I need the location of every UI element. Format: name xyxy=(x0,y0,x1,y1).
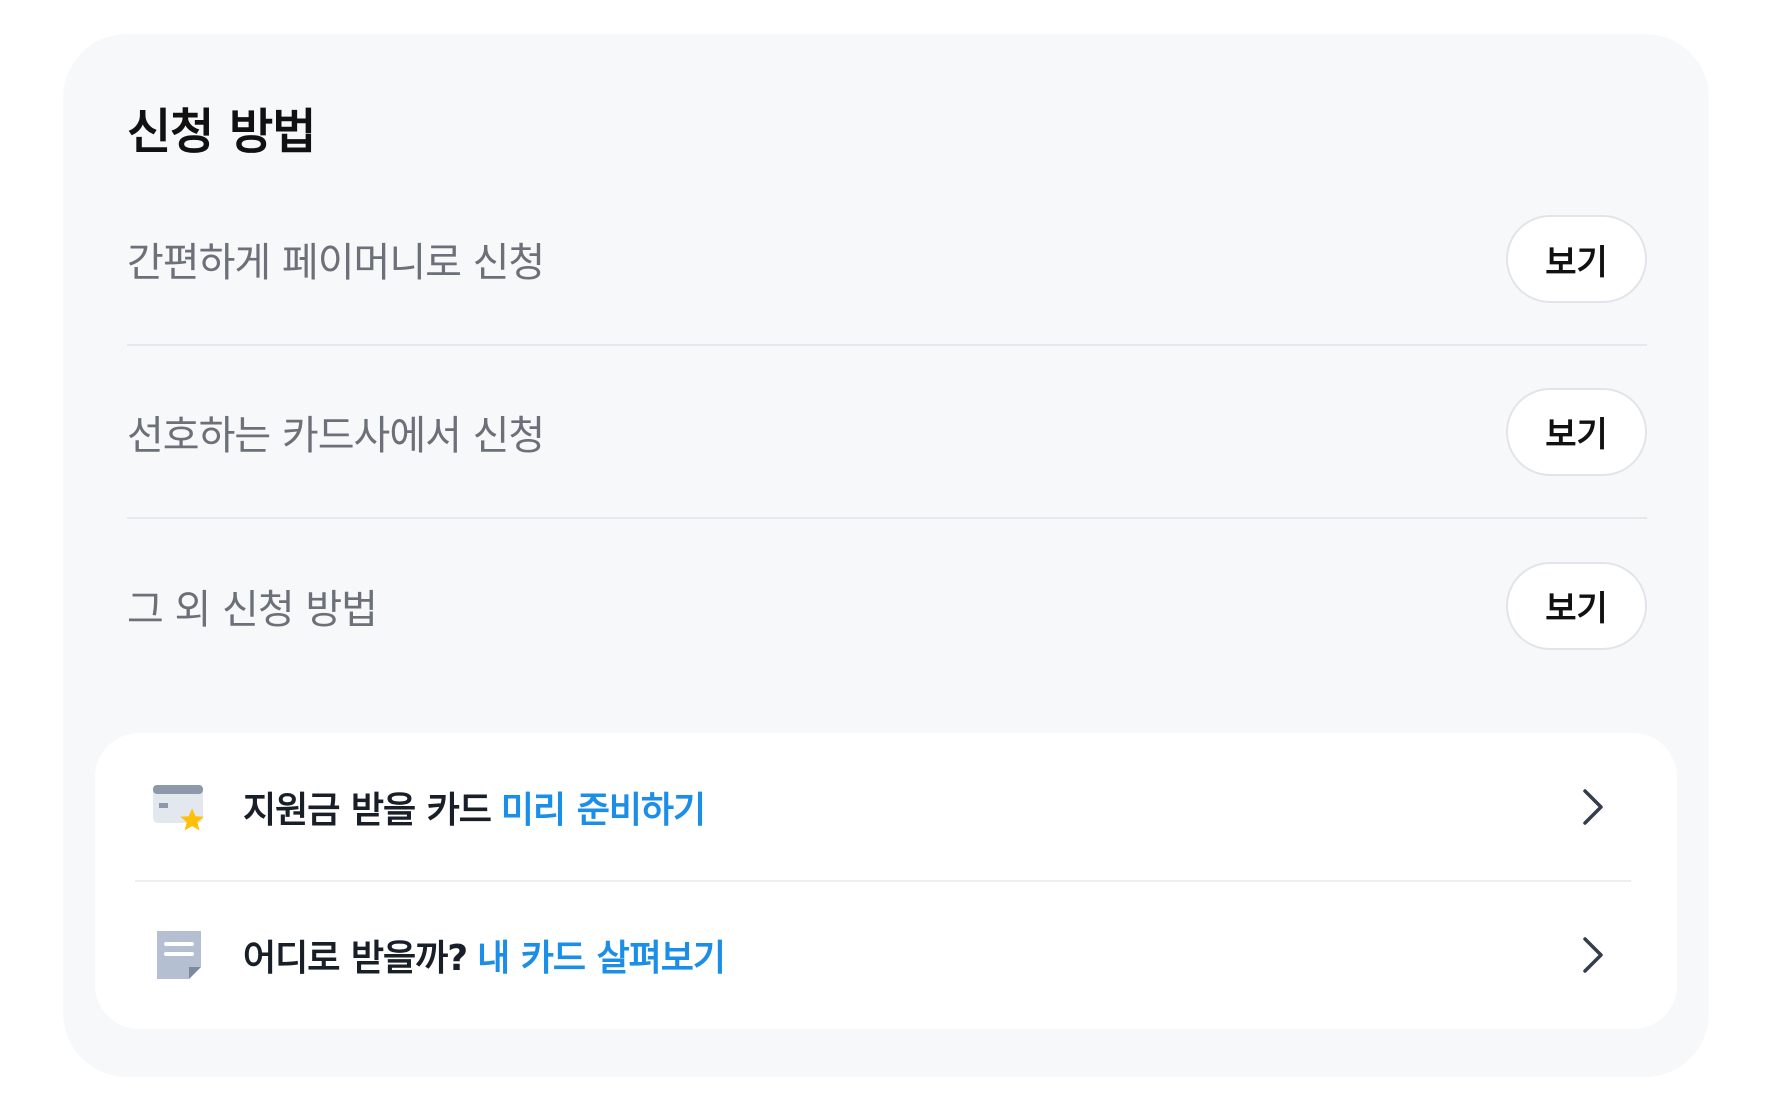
link-text-accent: 미리 준비하기 xyxy=(500,789,706,831)
view-button-card-company[interactable]: 보기 xyxy=(1506,387,1647,476)
method-list: 간편하게 페이머니로 신청 보기 선호하는 카드사에서 신청 보기 그 외 신청… xyxy=(127,214,1647,692)
chevron-right-icon xyxy=(1583,936,1603,973)
application-methods-panel: 신청 방법 간편하게 페이머니로 신청 보기 선호하는 카드사에서 신청 보기 … xyxy=(63,34,1709,1077)
method-label: 그 외 신청 방법 xyxy=(127,586,378,633)
method-row-other: 그 외 신청 방법 보기 xyxy=(127,519,1647,692)
view-button-other[interactable]: 보기 xyxy=(1506,561,1647,650)
link-my-cards[interactable]: 어디로 받을까? 내 카드 살펴보기 xyxy=(135,881,1631,1028)
link-prepare-card[interactable]: 지원금 받을 카드 미리 준비하기 xyxy=(135,733,1631,880)
memo-icon xyxy=(157,930,201,979)
link-text-main: 지원금 받을 카드 xyxy=(243,789,492,831)
chevron-right-icon xyxy=(1583,788,1603,825)
method-row-card-company: 선호하는 카드사에서 신청 보기 xyxy=(127,346,1647,519)
method-label: 선호하는 카드사에서 신청 xyxy=(127,412,545,459)
section-title: 신청 방법 xyxy=(127,104,316,160)
method-row-paymoney: 간편하게 페이머니로 신청 보기 xyxy=(127,174,1647,346)
link-text: 지원금 받을 카드 미리 준비하기 xyxy=(243,781,1579,833)
card-star-icon xyxy=(153,784,204,830)
method-label: 간편하게 페이머니로 신청 xyxy=(127,240,545,286)
links-card: 지원금 받을 카드 미리 준비하기 어디로 받을까? 내 카드 살펴보기 xyxy=(95,733,1677,1029)
link-text: 어디로 받을까? 내 카드 살펴보기 xyxy=(243,929,1579,981)
view-button-paymoney[interactable]: 보기 xyxy=(1506,215,1647,303)
link-text-accent: 내 카드 살펴보기 xyxy=(477,937,726,979)
link-text-main: 어디로 받을까? xyxy=(243,937,468,979)
